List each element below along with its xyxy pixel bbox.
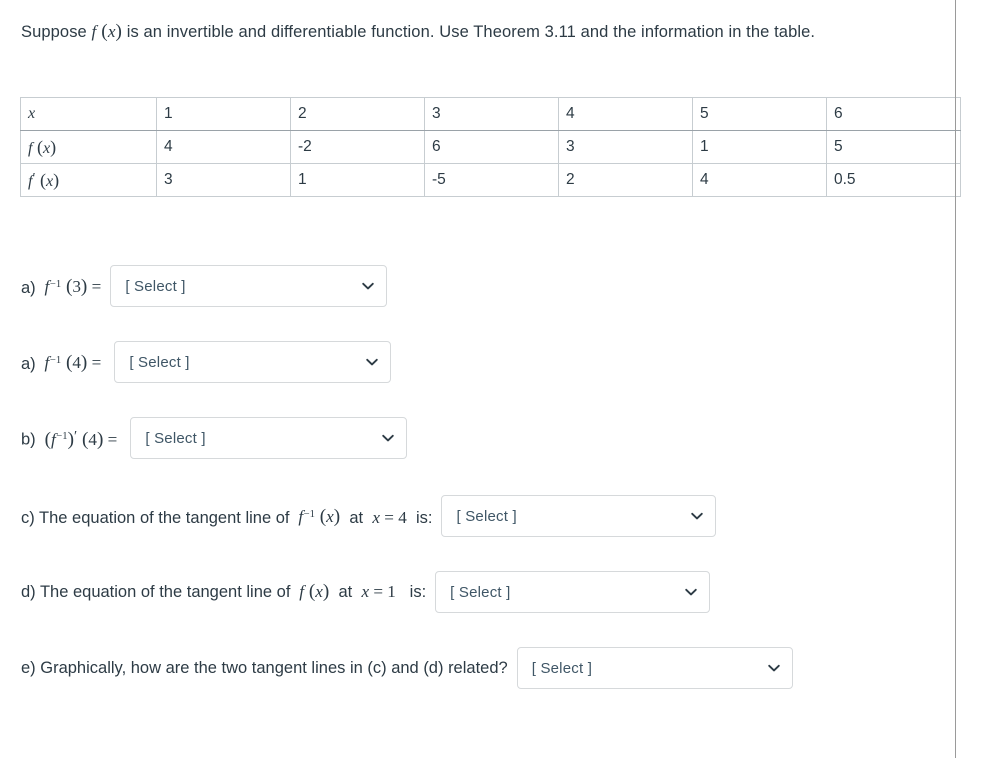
question-prompt: Suppose f (x) is an invertible and diffe… bbox=[21, 17, 931, 47]
table-cell: -5 bbox=[424, 163, 559, 197]
question-e-label: e) Graphically, how are the two tangent … bbox=[21, 659, 508, 677]
question-b-label: b) (f−1)′ (4) = bbox=[21, 428, 118, 450]
table-cell: 3 bbox=[558, 130, 693, 164]
question-a2-row: a) f−1 (4) = [ Select ] bbox=[21, 341, 392, 383]
table-cell: 2 bbox=[290, 97, 425, 131]
table-cell: 2 bbox=[558, 163, 693, 197]
select-a2[interactable]: [ Select ] bbox=[114, 341, 392, 383]
chevron-down-icon bbox=[381, 431, 395, 445]
chevron-down-icon bbox=[365, 355, 379, 369]
table-cell: -2 bbox=[290, 130, 425, 164]
question-c-label: c) The equation of the tangent line of f… bbox=[21, 506, 433, 528]
question-d-row: d) The equation of the tangent line of f… bbox=[21, 571, 711, 613]
table-cell: 1 bbox=[156, 97, 291, 131]
table-cell: 6 bbox=[424, 130, 559, 164]
question-a1-label: a) f−1 (3) = bbox=[21, 276, 102, 298]
chevron-down-icon bbox=[684, 585, 698, 599]
question-a2-label: a) f−1 (4) = bbox=[21, 352, 102, 374]
prompt-math-f-of-x: f (x) bbox=[91, 21, 123, 42]
select-d[interactable]: [ Select ] bbox=[435, 571, 711, 613]
table-cell: 6 bbox=[826, 97, 961, 131]
select-a2-value: [ Select ] bbox=[129, 353, 190, 371]
table-cell: 4 bbox=[558, 97, 693, 131]
question-b-row: b) (f−1)′ (4) = [ Select ] bbox=[21, 417, 408, 459]
row-header-f-prime-of-x: f′ (x) bbox=[20, 163, 157, 197]
row-header-f-of-x: f (x) bbox=[20, 130, 157, 164]
question-a1-row: a) f−1 (3) = [ Select ] bbox=[21, 265, 388, 307]
chevron-down-icon bbox=[361, 279, 375, 293]
select-c[interactable]: [ Select ] bbox=[441, 495, 717, 537]
select-e-value: [ Select ] bbox=[531, 659, 593, 677]
table-cell: 1 bbox=[692, 130, 827, 164]
table-row: f′ (x) 3 1 -5 2 4 0.5 bbox=[20, 163, 961, 197]
select-c-value: [ Select ] bbox=[456, 507, 517, 525]
table-cell: 0.5 bbox=[826, 163, 961, 197]
table-cell: 3 bbox=[424, 97, 559, 131]
prompt-text-after: is an invertible and differentiable func… bbox=[122, 23, 816, 41]
select-e[interactable]: [ Select ] bbox=[516, 647, 793, 689]
select-a1-value: [ Select ] bbox=[125, 277, 186, 295]
table-cell: 5 bbox=[826, 130, 961, 164]
chevron-down-icon bbox=[767, 661, 781, 675]
table-cell: 4 bbox=[156, 130, 291, 164]
function-values-table: x 1 2 3 4 5 6 f (x) 4 -2 6 3 1 5 f′ (x) … bbox=[20, 97, 961, 197]
table-cell: 4 bbox=[692, 163, 827, 197]
table-row: x 1 2 3 4 5 6 bbox=[20, 97, 961, 131]
page-divider bbox=[955, 0, 956, 758]
select-a1[interactable]: [ Select ] bbox=[110, 265, 388, 307]
prompt-text-before: Suppose bbox=[21, 23, 92, 41]
select-b-value: [ Select ] bbox=[145, 429, 206, 447]
table-cell: 1 bbox=[290, 163, 425, 197]
chevron-down-icon bbox=[690, 509, 704, 523]
row-header-x: x bbox=[20, 97, 157, 131]
table-cell: 3 bbox=[156, 163, 291, 197]
question-e-row: e) Graphically, how are the two tangent … bbox=[21, 647, 793, 689]
table-cell: 5 bbox=[692, 97, 827, 131]
question-d-label: d) The equation of the tangent line of f… bbox=[21, 581, 427, 602]
table-row: f (x) 4 -2 6 3 1 5 bbox=[20, 130, 961, 164]
question-content: Suppose f (x) is an invertible and diffe… bbox=[0, 0, 961, 758]
question-c-row: c) The equation of the tangent line of f… bbox=[21, 495, 717, 537]
select-b[interactable]: [ Select ] bbox=[130, 417, 408, 459]
select-d-value: [ Select ] bbox=[450, 583, 511, 601]
